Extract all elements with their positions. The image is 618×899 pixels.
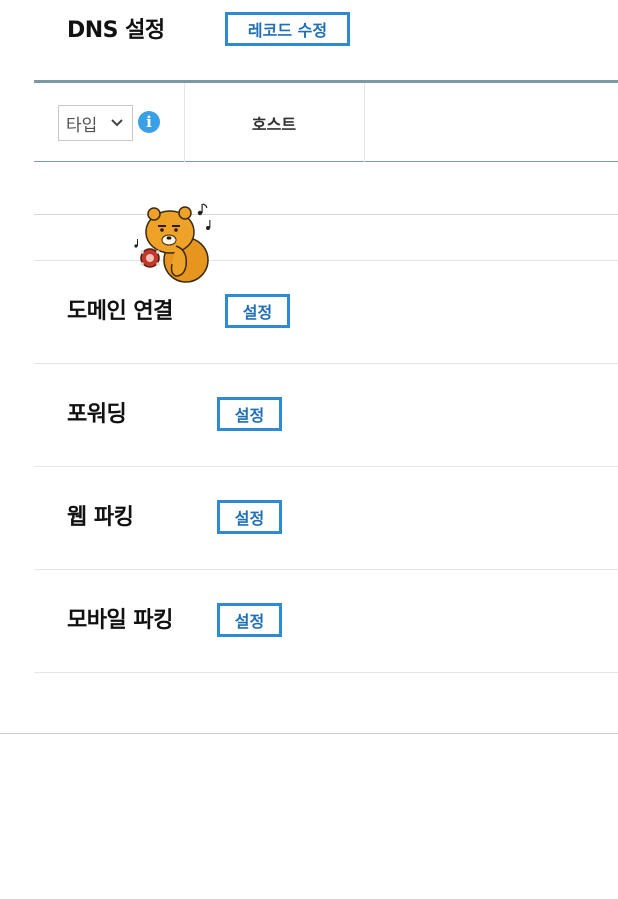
section-divider (34, 466, 618, 467)
column-divider (364, 83, 365, 162)
section-divider (34, 260, 618, 261)
web-parking-settings-button[interactable]: 설정 (217, 500, 282, 534)
domain-connect-title: 도메인 연결 (67, 299, 173, 324)
type-select-value: 타입 (66, 115, 98, 136)
forwarding-settings-button[interactable]: 설정 (217, 397, 282, 431)
forwarding-title: 포워딩 (67, 402, 127, 427)
mobile-parking-settings-button[interactable]: 설정 (217, 603, 282, 637)
content-bottom-divider (0, 733, 618, 734)
section-divider (34, 363, 618, 364)
page: DNS 설정 레코드 수정 타입 i 호스트 도메인 연결 설정 포워딩 설정 … (0, 0, 618, 899)
type-select[interactable]: 타입 (58, 105, 133, 141)
host-column-header: 호스트 (251, 114, 297, 134)
info-icon[interactable]: i (138, 111, 160, 133)
table-row-divider (34, 214, 618, 215)
section-divider (34, 569, 618, 570)
edit-records-button[interactable]: 레코드 수정 (225, 12, 350, 46)
chevron-down-icon (111, 119, 123, 127)
dns-settings-title: DNS 설정 (67, 18, 165, 43)
mobile-parking-title: 모바일 파킹 (67, 608, 173, 633)
domain-connect-settings-button[interactable]: 설정 (225, 294, 290, 328)
web-parking-title: 웹 파킹 (67, 505, 134, 530)
section-divider (34, 672, 618, 673)
dns-table-header: 타입 i 호스트 (34, 83, 618, 162)
bear-sticker-image (134, 203, 211, 283)
